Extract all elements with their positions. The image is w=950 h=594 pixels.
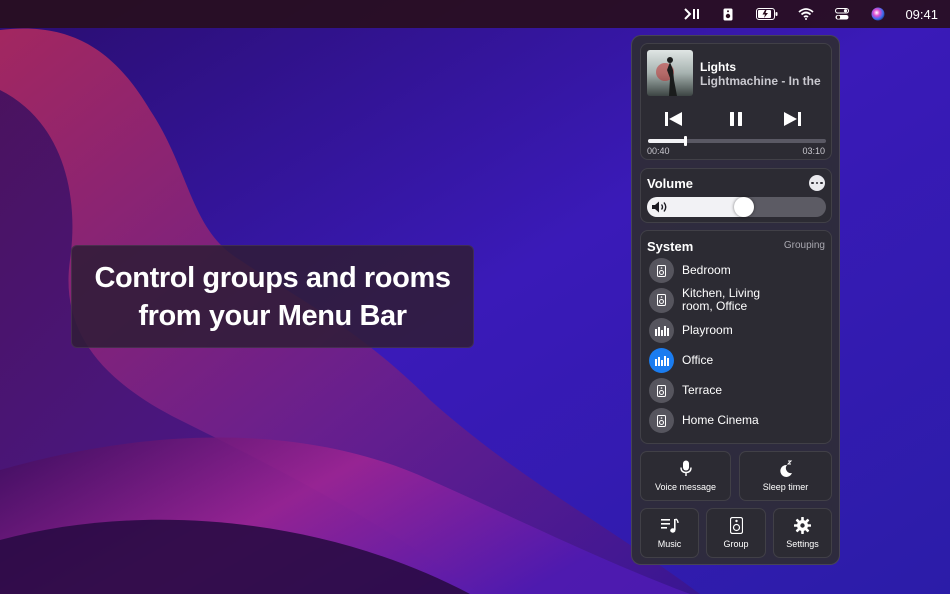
menu-bar-clock[interactable]: 09:41 bbox=[905, 7, 938, 22]
promo-caption: Control groups and rooms from your Menu … bbox=[71, 245, 474, 348]
grouping-link[interactable]: Grouping bbox=[784, 240, 825, 251]
volume-card: Volume bbox=[640, 168, 832, 223]
room-item-playroom[interactable]: Playroom bbox=[649, 318, 825, 343]
room-item-bedroom[interactable]: Bedroom bbox=[649, 258, 825, 283]
room-item-kitchen-living-room-office[interactable]: Kitchen, Living room, Office bbox=[649, 287, 825, 313]
music-label: Music bbox=[657, 538, 682, 549]
previous-icon bbox=[665, 112, 682, 126]
pause-button[interactable] bbox=[725, 110, 747, 128]
now-playing-card: Lights Lightmachine - In the Dark 00:40 … bbox=[640, 43, 832, 160]
playback-progress-fill bbox=[648, 139, 686, 143]
speaker-icon bbox=[729, 517, 743, 534]
music-list-icon bbox=[660, 517, 679, 533]
room-label: Home Cinema bbox=[682, 413, 759, 427]
caption-line-1: Control groups and rooms bbox=[94, 261, 451, 294]
volume-slider-knob[interactable] bbox=[733, 197, 754, 217]
track-title: Lights bbox=[700, 60, 736, 74]
settings-button[interactable]: Settings bbox=[773, 508, 832, 558]
room-label: Terrace bbox=[682, 383, 723, 397]
previous-button[interactable] bbox=[663, 110, 685, 128]
playback-progress-slider[interactable] bbox=[648, 136, 826, 146]
track-duration: 03:10 bbox=[802, 146, 825, 156]
elapsed-time: 00:40 bbox=[647, 146, 670, 156]
speaker-icon bbox=[649, 287, 674, 313]
system-label: System bbox=[647, 239, 694, 254]
group-label: Group bbox=[723, 539, 749, 549]
menu-bar: 09:41 bbox=[0, 0, 950, 28]
music-button[interactable]: Music bbox=[640, 508, 699, 558]
album-art bbox=[647, 50, 693, 96]
speaker-volume-icon bbox=[652, 201, 667, 213]
track-artist: Lightmachine - In the Dark bbox=[700, 74, 822, 88]
room-item-office[interactable]: Office bbox=[649, 348, 825, 373]
control-center-icon[interactable] bbox=[833, 5, 851, 23]
siri-icon[interactable] bbox=[869, 5, 887, 23]
sleep-timer-button[interactable]: Sleep timer bbox=[739, 451, 832, 501]
volume-label: Volume bbox=[647, 176, 693, 191]
room-item-terrace[interactable]: Terrace bbox=[649, 378, 825, 403]
wifi-icon[interactable] bbox=[797, 5, 815, 23]
caption-line-2: from your Menu Bar bbox=[138, 299, 407, 332]
playback-progress-knob[interactable] bbox=[684, 136, 688, 146]
voice-message-label: Voice message bbox=[654, 482, 717, 492]
next-icon bbox=[784, 112, 801, 126]
speaker-icon bbox=[649, 378, 674, 403]
equalizer-icon bbox=[649, 318, 674, 343]
room-item-home-cinema[interactable]: Home Cinema bbox=[649, 408, 825, 433]
system-card: System Grouping Bedroom Kitchen, Living … bbox=[640, 230, 832, 444]
speaker-icon bbox=[649, 408, 674, 433]
group-button[interactable]: Group bbox=[706, 508, 766, 558]
ellipsis-icon[interactable] bbox=[809, 175, 825, 191]
pause-icon bbox=[730, 112, 742, 126]
gear-icon bbox=[794, 517, 811, 534]
room-label: Kitchen, Living room, Office bbox=[682, 286, 761, 313]
room-label: Office bbox=[682, 353, 714, 367]
speaker-icon[interactable] bbox=[719, 5, 737, 23]
speaker-icon bbox=[649, 258, 674, 283]
battery-icon[interactable] bbox=[755, 5, 779, 23]
voice-message-button[interactable]: Voice message bbox=[640, 451, 731, 501]
play-pause-icon[interactable] bbox=[683, 5, 701, 23]
moon-zzz-icon bbox=[779, 460, 792, 477]
menu-bar-popover: Lights Lightmachine - In the Dark 00:40 … bbox=[631, 35, 840, 565]
settings-label: Settings bbox=[786, 539, 819, 549]
equalizer-icon bbox=[649, 348, 674, 373]
microphone-icon bbox=[679, 460, 692, 476]
next-button[interactable] bbox=[781, 110, 803, 128]
sleep-timer-label: Sleep timer bbox=[762, 482, 809, 492]
room-label: Playroom bbox=[682, 323, 733, 337]
room-label: Bedroom bbox=[682, 263, 731, 277]
